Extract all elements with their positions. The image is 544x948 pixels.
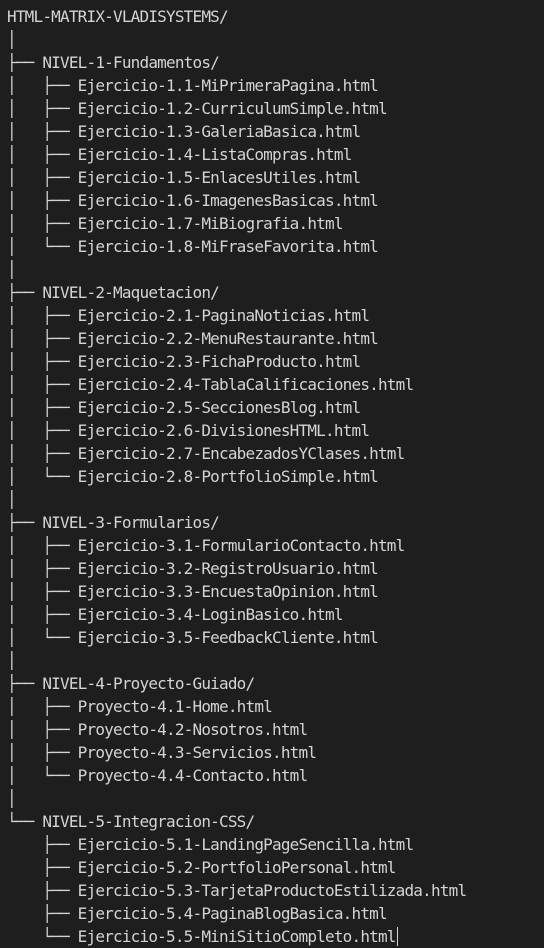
tree-file-line: │ ├── Ejercicio-1.7-MiBiografia.html [7, 212, 466, 235]
file-label: │ ├── Ejercicio-2.4-TablaCalificaciones.… [7, 375, 414, 394]
tree-folder-line: ├── NIVEL-3-Formularios/ [7, 511, 466, 534]
file-label: │ ├── Ejercicio-3.1-FormularioContacto.h… [7, 536, 405, 555]
file-label: │ ├── Ejercicio-1.1-MiPrimeraPagina.html [7, 76, 379, 95]
text-cursor [396, 927, 398, 946]
tree-file-line: ├── Ejercicio-5.1-LandingPageSencilla.ht… [7, 833, 466, 856]
spacer-label: │ [7, 651, 17, 670]
file-label: │ ├── Ejercicio-2.7-EncabezadosYClases.h… [7, 444, 405, 463]
file-label: │ ├── Ejercicio-1.2-CurriculumSimple.htm… [7, 99, 388, 118]
tree-file-line: │ ├── Proyecto-4.3-Servicios.html [7, 741, 466, 764]
spacer-label: │ [7, 260, 17, 279]
tree-file-line: │ ├── Proyecto-4.2-Nosotros.html [7, 718, 466, 741]
file-label: │ ├── Ejercicio-1.7-MiBiografia.html [7, 214, 343, 233]
tree-file-line: │ ├── Ejercicio-2.4-TablaCalificaciones.… [7, 373, 466, 396]
file-label: │ ├── Ejercicio-2.1-PaginaNoticias.html [7, 306, 370, 325]
file-label: ├── Ejercicio-5.4-PaginaBlogBasica.html [7, 904, 387, 923]
tree-file-line: └── Ejercicio-5.5-MiniSitioCompleto.html [7, 925, 466, 948]
directory-tree-text[interactable]: HTML-MATRIX-VLADISYSTEMS/ │ ├── NIVEL-1-F… [7, 5, 467, 948]
file-label: │ ├── Ejercicio-1.5-EnlacesUtiles.html [7, 168, 361, 187]
file-label: │ ├── Ejercicio-1.3-GaleriaBasica.html [7, 122, 361, 141]
file-label: │ ├── Ejercicio-1.4-ListaCompras.html [7, 145, 352, 164]
tree-file-line: ├── Ejercicio-5.2-PortfolioPersonal.html [7, 856, 466, 879]
tree-file-line: │ ├── Ejercicio-2.2-MenuRestaurante.html [7, 327, 466, 350]
file-label: ├── Ejercicio-5.1-LandingPageSencilla.ht… [7, 835, 414, 854]
file-label: │ ├── Proyecto-4.1-Home.html [7, 697, 273, 716]
file-label: ├── Ejercicio-5.2-PortfolioPersonal.html [7, 858, 396, 877]
tree-file-line: │ └── Ejercicio-2.8-PortfolioSimple.html [7, 465, 466, 488]
tree-file-line: │ ├── Ejercicio-2.3-FichaProducto.html [7, 350, 466, 373]
file-label: │ ├── Ejercicio-2.2-MenuRestaurante.html [7, 329, 379, 348]
tree-file-line: │ └── Ejercicio-3.5-FeedbackCliente.html [7, 626, 466, 649]
spacer-label: │ [7, 490, 17, 509]
folder-label: ├── NIVEL-1-Fundamentos/ [7, 53, 220, 72]
tree-file-line: │ ├── Ejercicio-1.6-ImagenesBasicas.html [7, 189, 466, 212]
spacer-label: │ [7, 789, 17, 808]
tree-file-line: │ ├── Ejercicio-2.6-DivisionesHTML.html [7, 419, 466, 442]
file-label: │ └── Ejercicio-3.5-FeedbackCliente.html [7, 628, 379, 647]
file-label: │ └── Ejercicio-2.8-PortfolioSimple.html [7, 467, 379, 486]
file-label: │ ├── Ejercicio-3.4-LoginBasico.html [7, 605, 343, 624]
file-label: │ └── Ejercicio-1.8-MiFraseFavorita.html [7, 237, 379, 256]
tree-file-line: │ ├── Ejercicio-3.2-RegistroUsuario.html [7, 557, 466, 580]
tree-connector-line: │ [7, 258, 466, 281]
folder-label: └── NIVEL-5-Integracion-CSS/ [7, 812, 255, 831]
file-label: └── Ejercicio-5.5-MiniSitioCompleto.html [7, 927, 396, 946]
tree-file-line: │ ├── Ejercicio-3.1-FormularioContacto.h… [7, 534, 466, 557]
tree-file-line: │ ├── Ejercicio-1.1-MiPrimeraPagina.html [7, 74, 466, 97]
tree-file-line: ├── Ejercicio-5.3-TarjetaProductoEstiliz… [7, 879, 467, 902]
tree-file-line: │ ├── Ejercicio-1.5-EnlacesUtiles.html [7, 166, 466, 189]
tree-folder-line: ├── NIVEL-2-Maquetacion/ [7, 281, 466, 304]
folder-label: ├── NIVEL-3-Formularios/ [7, 513, 220, 532]
tree-connector-line: │ [7, 787, 466, 810]
tree-file-line: │ └── Ejercicio-1.8-MiFraseFavorita.html [7, 235, 466, 258]
spacer-label: │ [7, 30, 17, 49]
tree-file-line: │ └── Proyecto-4.4-Contacto.html [7, 764, 466, 787]
tree-connector-line: │ [7, 28, 466, 51]
tree-file-line: │ ├── Proyecto-4.1-Home.html [7, 695, 466, 718]
tree-file-line: │ ├── Ejercicio-2.1-PaginaNoticias.html [7, 304, 466, 327]
tree-file-line: │ ├── Ejercicio-1.2-CurriculumSimple.htm… [7, 97, 466, 120]
tree-folder-line: └── NIVEL-5-Integracion-CSS/ [7, 810, 466, 833]
file-label: │ ├── Ejercicio-2.3-FichaProducto.html [7, 352, 361, 371]
tree-file-line: │ ├── Ejercicio-2.5-SeccionesBlog.html [7, 396, 466, 419]
file-label: │ ├── Ejercicio-2.5-SeccionesBlog.html [7, 398, 361, 417]
tree-file-line: │ ├── Ejercicio-3.3-EncuestaOpinion.html [7, 580, 466, 603]
tree-lines: │ ├── NIVEL-1-Fundamentos/ │ ├── Ejercicio… [7, 28, 467, 948]
tree-file-line: │ ├── Ejercicio-2.7-EncabezadosYClases.h… [7, 442, 466, 465]
folder-label: ├── NIVEL-2-Maquetacion/ [7, 283, 220, 302]
file-label: │ ├── Proyecto-4.2-Nosotros.html [7, 720, 308, 739]
folder-label: ├── NIVEL-4-Proyecto-Guiado/ [7, 674, 255, 693]
tree-folder-line: ├── NIVEL-4-Proyecto-Guiado/ [7, 672, 466, 695]
file-label: ├── Ejercicio-5.3-TarjetaProductoEstiliz… [7, 881, 467, 900]
tree-file-line: │ ├── Ejercicio-1.3-GaleriaBasica.html [7, 120, 466, 143]
tree-root-line: HTML-MATRIX-VLADISYSTEMS/ [7, 7, 229, 26]
tree-folder-line: ├── NIVEL-1-Fundamentos/ [7, 51, 466, 74]
tree-connector-line: │ [7, 649, 466, 672]
file-label: │ └── Proyecto-4.4-Contacto.html [7, 766, 308, 785]
tree-file-line: │ ├── Ejercicio-1.4-ListaCompras.html [7, 143, 466, 166]
file-label: │ ├── Ejercicio-2.6-DivisionesHTML.html [7, 421, 370, 440]
tree-file-line: │ ├── Ejercicio-3.4-LoginBasico.html [7, 603, 466, 626]
file-label: │ ├── Ejercicio-3.2-RegistroUsuario.html [7, 559, 379, 578]
file-label: │ ├── Ejercicio-1.6-ImagenesBasicas.html [7, 191, 379, 210]
tree-file-line: ├── Ejercicio-5.4-PaginaBlogBasica.html [7, 902, 466, 925]
tree-connector-line: │ [7, 488, 466, 511]
file-label: │ ├── Proyecto-4.3-Servicios.html [7, 743, 317, 762]
file-label: │ ├── Ejercicio-3.3-EncuestaOpinion.html [7, 582, 379, 601]
